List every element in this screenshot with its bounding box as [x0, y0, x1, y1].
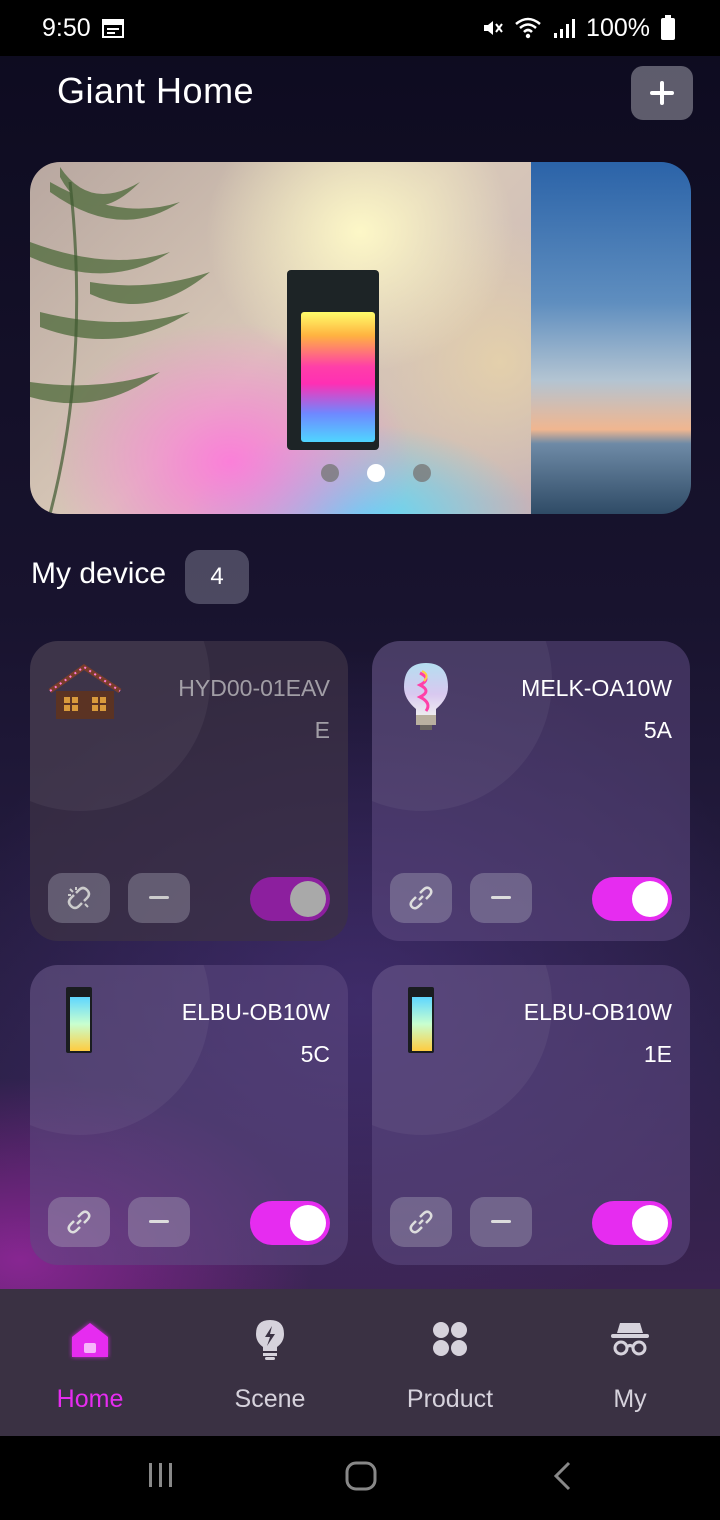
power-toggle[interactable] [592, 877, 672, 921]
nav-product[interactable]: Product [360, 1289, 540, 1436]
device-id-suffix: E [314, 717, 330, 743]
toggle-knob [290, 1205, 326, 1241]
carousel-dot-active[interactable] [366, 464, 385, 482]
app-title: Giant Home [57, 70, 255, 111]
system-nav-bar [0, 1436, 720, 1520]
device-card[interactable]: ELBU-OB10W 5C [30, 965, 348, 1265]
lamp-light [301, 312, 375, 442]
carousel-indicators [30, 464, 691, 482]
link-icon [409, 886, 433, 910]
toggle-knob [632, 881, 668, 917]
status-time: 9:50 [42, 13, 91, 42]
wifi-icon [515, 17, 541, 39]
scene-bulb-icon [256, 1320, 284, 1360]
link-button[interactable] [390, 873, 452, 923]
device-name: HYD00-01EAV [178, 675, 330, 701]
power-toggle[interactable] [250, 877, 330, 921]
status-bar: 9:50 100% [0, 0, 720, 56]
battery-icon [661, 15, 675, 40]
carousel-dot[interactable] [412, 464, 431, 482]
brightness-down-button[interactable] [470, 1197, 532, 1247]
toggle-knob [632, 1205, 668, 1241]
banner-carousel[interactable] [30, 162, 691, 514]
signal-icon [554, 19, 576, 38]
home-nav-icon[interactable] [344, 1460, 378, 1492]
minus-icon [491, 896, 511, 899]
battery-percent: 100% [586, 13, 650, 42]
device-name: MELK-OA10W [521, 675, 672, 701]
plant-leaves-image [30, 167, 210, 514]
product-grid-icon [433, 1322, 467, 1356]
nav-product-label: Product [406, 1385, 494, 1413]
broken-link-icon [67, 886, 91, 910]
device-count-badge: 4 [185, 550, 249, 604]
back-icon[interactable] [550, 1460, 574, 1492]
brightness-down-button[interactable] [470, 873, 532, 923]
nav-my[interactable]: My [540, 1289, 720, 1436]
mute-icon [484, 21, 503, 35]
minus-icon [149, 896, 169, 899]
link-icon [67, 1210, 91, 1234]
device-name: ELBU-OB10W [181, 999, 330, 1025]
bottom-nav: Home Scene Product My [0, 1289, 720, 1436]
carousel-dot[interactable] [320, 464, 339, 482]
plus-icon [650, 81, 674, 105]
home-icon [72, 1323, 108, 1357]
device-card[interactable]: MELK-OA10W 5A [372, 641, 690, 941]
brightness-down-button[interactable] [128, 873, 190, 923]
nav-home[interactable]: Home [0, 1289, 180, 1436]
profile-spy-icon [611, 1323, 649, 1356]
devices-section-title: My device [31, 557, 167, 590]
nav-my-label: My [613, 1385, 647, 1413]
unlinked-button[interactable] [48, 873, 110, 923]
power-toggle[interactable] [250, 1201, 330, 1245]
minus-icon [149, 1220, 169, 1223]
device-id-suffix: 1E [643, 1041, 672, 1067]
device-name: ELBU-OB10W [523, 999, 672, 1025]
link-button[interactable] [48, 1197, 110, 1247]
calendar-icon [101, 19, 124, 38]
nav-scene-label: Scene [234, 1385, 306, 1413]
recent-apps-icon[interactable] [146, 1460, 176, 1490]
link-button[interactable] [390, 1197, 452, 1247]
nav-scene[interactable]: Scene [180, 1289, 360, 1436]
device-card[interactable]: HYD00-01EAV E [30, 641, 348, 941]
device-id-suffix: 5A [643, 717, 672, 743]
toggle-knob [290, 881, 326, 917]
header: Giant Home [0, 56, 720, 146]
device-id-suffix: 5C [300, 1041, 330, 1067]
brightness-down-button[interactable] [128, 1197, 190, 1247]
power-toggle[interactable] [592, 1201, 672, 1245]
device-card[interactable]: ELBU-OB10W 1E [372, 965, 690, 1265]
minus-icon [491, 1220, 511, 1223]
add-device-button[interactable] [631, 66, 693, 120]
link-icon [409, 1210, 433, 1234]
nav-home-label: Home [56, 1385, 124, 1413]
banner-sea-image [531, 162, 691, 514]
